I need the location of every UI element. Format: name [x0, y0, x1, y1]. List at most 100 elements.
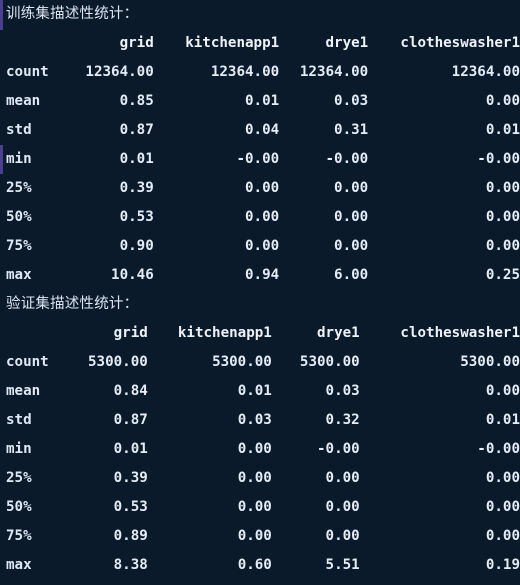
table-row: 50% 0.53 0.00 0.00 0.00 — [0, 203, 520, 232]
table-row: count 12364.00 12364.00 12364.00 12364.0… — [0, 58, 520, 87]
column-header-kitchenapp1: kitchenapp1 — [177, 325, 272, 341]
cell-value: 0.32 — [325, 412, 360, 428]
table-row: 75% 0.90 0.00 0.00 0.00 — [0, 232, 520, 261]
stat-label: mean — [6, 93, 41, 109]
cell-value: 0.53 — [113, 499, 148, 515]
cell-value: 0.01 — [485, 412, 520, 428]
cell-value: 0.00 — [237, 470, 272, 486]
cell-value: 0.00 — [245, 180, 280, 196]
cell-value: 0.01 — [119, 151, 154, 167]
stats-table-validation: grid kitchenapp1 drye1 clotheswasher1 co… — [0, 319, 520, 580]
cell-value: 0.00 — [325, 470, 360, 486]
stat-label: 50% — [6, 209, 32, 225]
cell-value: 0.60 — [237, 557, 272, 573]
table-header-row: grid kitchenapp1 drye1 clotheswasher1 — [0, 319, 520, 348]
cell-value: 0.00 — [325, 499, 360, 515]
cell-value: 0.00 — [485, 180, 520, 196]
cell-value: 6.00 — [334, 267, 369, 283]
stat-label: mean — [6, 383, 41, 399]
cell-value: 0.00 — [237, 528, 272, 544]
section-train: 训练集描述性统计： grid kitchenapp1 drye1 clothes… — [0, 0, 520, 290]
column-header-clotheswasher1: clotheswasher1 — [400, 325, 520, 341]
stat-label: 75% — [6, 238, 32, 254]
stat-label: count — [6, 354, 49, 370]
cell-value: 0.87 — [113, 412, 148, 428]
table-row: 50% 0.53 0.00 0.00 0.00 — [0, 493, 520, 522]
cell-value: 0.00 — [325, 528, 360, 544]
cell-value: 0.39 — [113, 470, 148, 486]
table-row: min 0.01 0.00 -0.00 -0.00 — [0, 435, 520, 464]
cell-value: 0.00 — [334, 209, 369, 225]
cell-value: -0.00 — [236, 151, 280, 167]
cell-value: -0.00 — [317, 441, 360, 457]
cell-value: 12364.00 — [210, 64, 280, 80]
cell-value: 0.00 — [485, 383, 520, 399]
cell-value: 0.00 — [237, 499, 272, 515]
cell-value: 0.19 — [485, 557, 520, 573]
cell-value: 12364.00 — [85, 64, 154, 80]
index-header — [0, 29, 65, 58]
cell-value: 0.39 — [119, 180, 154, 196]
stat-label: 25% — [6, 180, 32, 196]
cell-value: 0.01 — [113, 441, 148, 457]
cell-value: 0.94 — [245, 267, 280, 283]
stat-label: std — [6, 122, 32, 138]
section-title-validation: 验证集描述性统计： — [6, 296, 139, 312]
stat-label: 50% — [6, 499, 32, 515]
cell-value: 0.01 — [485, 122, 520, 138]
cell-value: 0.25 — [485, 267, 520, 283]
cell-value: 0.00 — [245, 209, 280, 225]
stat-label: max — [6, 557, 32, 573]
stat-label: count — [6, 64, 49, 80]
cell-value: 12364.00 — [451, 64, 520, 80]
cell-value: -0.00 — [477, 151, 520, 167]
table-row: max 8.38 0.60 5.51 0.19 — [0, 551, 520, 580]
table-row: min 0.01 -0.00 -0.00 -0.00 — [0, 145, 520, 174]
cell-value: 0.01 — [245, 93, 280, 109]
table-row: 25% 0.39 0.00 0.00 0.00 — [0, 174, 520, 203]
column-header-grid: grid — [119, 35, 154, 51]
column-header-drye1: drye1 — [325, 35, 369, 51]
cell-value: 0.90 — [119, 238, 154, 254]
section-validation: 验证集描述性统计： grid kitchenapp1 drye1 clothes… — [0, 290, 520, 580]
cell-value: 0.87 — [119, 122, 154, 138]
cell-value: 0.31 — [334, 122, 369, 138]
stat-label: 25% — [6, 470, 32, 486]
section-title-train: 训练集描述性统计： — [6, 6, 139, 22]
table-row: 25% 0.39 0.00 0.00 0.00 — [0, 464, 520, 493]
cell-value: 10.46 — [111, 267, 154, 283]
cell-value: 0.00 — [485, 470, 520, 486]
cell-value: 0.03 — [334, 93, 369, 109]
cell-value: 0.00 — [485, 93, 520, 109]
column-header-kitchenapp1: kitchenapp1 — [185, 35, 280, 51]
table-row: mean 0.85 0.01 0.03 0.00 — [0, 87, 520, 116]
cell-value: 0.53 — [119, 209, 154, 225]
table-header-row: grid kitchenapp1 drye1 clotheswasher1 — [0, 29, 520, 58]
stat-label: min — [6, 441, 32, 457]
stat-label: max — [6, 267, 32, 283]
stat-label: std — [6, 412, 32, 428]
table-row: std 0.87 0.04 0.31 0.01 — [0, 116, 520, 145]
stats-table-train: grid kitchenapp1 drye1 clotheswasher1 co… — [0, 29, 520, 290]
cell-value: 0.00 — [237, 441, 272, 457]
cell-value: 0.01 — [237, 383, 272, 399]
stat-label: min — [6, 151, 32, 167]
column-header-drye1: drye1 — [317, 325, 360, 341]
stat-label: 75% — [6, 528, 32, 544]
table-row: std 0.87 0.03 0.32 0.01 — [0, 406, 520, 435]
table-row: mean 0.84 0.01 0.03 0.00 — [0, 377, 520, 406]
cell-value: 0.89 — [113, 528, 148, 544]
cell-value: 0.00 — [485, 499, 520, 515]
cell-value: 5300.00 — [460, 354, 520, 370]
cell-value: 0.85 — [119, 93, 154, 109]
cell-value: 0.00 — [334, 238, 369, 254]
cell-value: -0.00 — [325, 151, 369, 167]
table-row: max 10.46 0.94 6.00 0.25 — [0, 261, 520, 290]
cell-value: 0.00 — [485, 238, 520, 254]
cell-value: -0.00 — [477, 441, 520, 457]
cell-value: 0.00 — [485, 209, 520, 225]
cell-value: 12364.00 — [299, 64, 369, 80]
cell-value: 5300.00 — [212, 354, 272, 370]
cell-value: 0.84 — [113, 383, 148, 399]
table-row: 75% 0.89 0.00 0.00 0.00 — [0, 522, 520, 551]
